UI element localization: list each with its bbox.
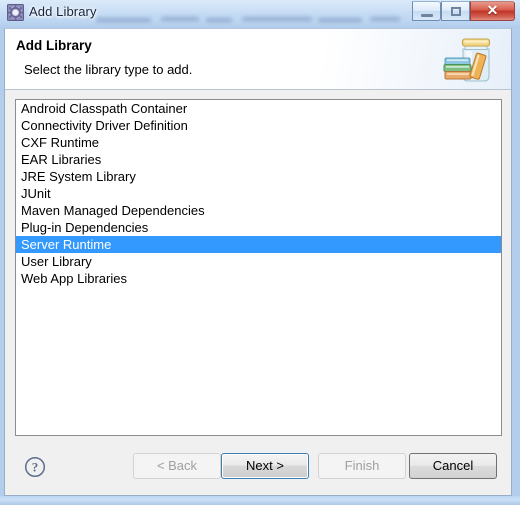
list-item[interactable]: Plug-in Dependencies <box>16 219 501 236</box>
list-item[interactable]: Server Runtime <box>16 236 501 253</box>
add-library-dialog-window: Add Library ✕ Add Library Select the lib… <box>0 0 520 505</box>
minimize-icon <box>420 14 433 17</box>
dialog-header: Add Library Select the library type to a… <box>5 29 511 90</box>
library-type-list[interactable]: Android Classpath Container Connectivity … <box>15 99 502 436</box>
window-bottom-rim <box>0 496 520 505</box>
svg-text:?: ? <box>32 460 39 475</box>
jar-with-books-icon <box>441 32 503 88</box>
list-item[interactable]: JUnit <box>16 185 501 202</box>
page-description: Select the library type to add. <box>24 62 193 77</box>
list-item[interactable]: Web App Libraries <box>16 270 501 287</box>
list-item[interactable]: Android Classpath Container <box>16 100 501 117</box>
maximize-button[interactable] <box>441 1 470 21</box>
back-button[interactable]: < Back <box>133 453 221 479</box>
minimize-button[interactable] <box>412 1 441 21</box>
dialog-client-area: Add Library Select the library type to a… <box>4 28 512 496</box>
maximize-icon <box>450 7 461 16</box>
finish-button[interactable]: Finish <box>318 453 406 479</box>
title-bar[interactable]: Add Library ✕ <box>0 0 520 28</box>
dialog-footer: ? < Back Next > Finish Cancel <box>5 438 511 495</box>
list-item[interactable]: JRE System Library <box>16 168 501 185</box>
list-item[interactable]: User Library <box>16 253 501 270</box>
list-item[interactable]: Connectivity Driver Definition <box>16 117 501 134</box>
page-title: Add Library <box>16 38 92 53</box>
list-item[interactable]: EAR Libraries <box>16 151 501 168</box>
close-icon: ✕ <box>486 4 499 19</box>
cancel-button[interactable]: Cancel <box>409 453 497 479</box>
next-button[interactable]: Next > <box>221 453 309 479</box>
window-title: Add Library <box>29 4 97 19</box>
eclipse-gear-icon <box>7 4 24 21</box>
list-item[interactable]: CXF Runtime <box>16 134 501 151</box>
close-button[interactable]: ✕ <box>470 1 515 21</box>
list-item[interactable]: Maven Managed Dependencies <box>16 202 501 219</box>
help-question-icon[interactable]: ? <box>24 456 46 478</box>
